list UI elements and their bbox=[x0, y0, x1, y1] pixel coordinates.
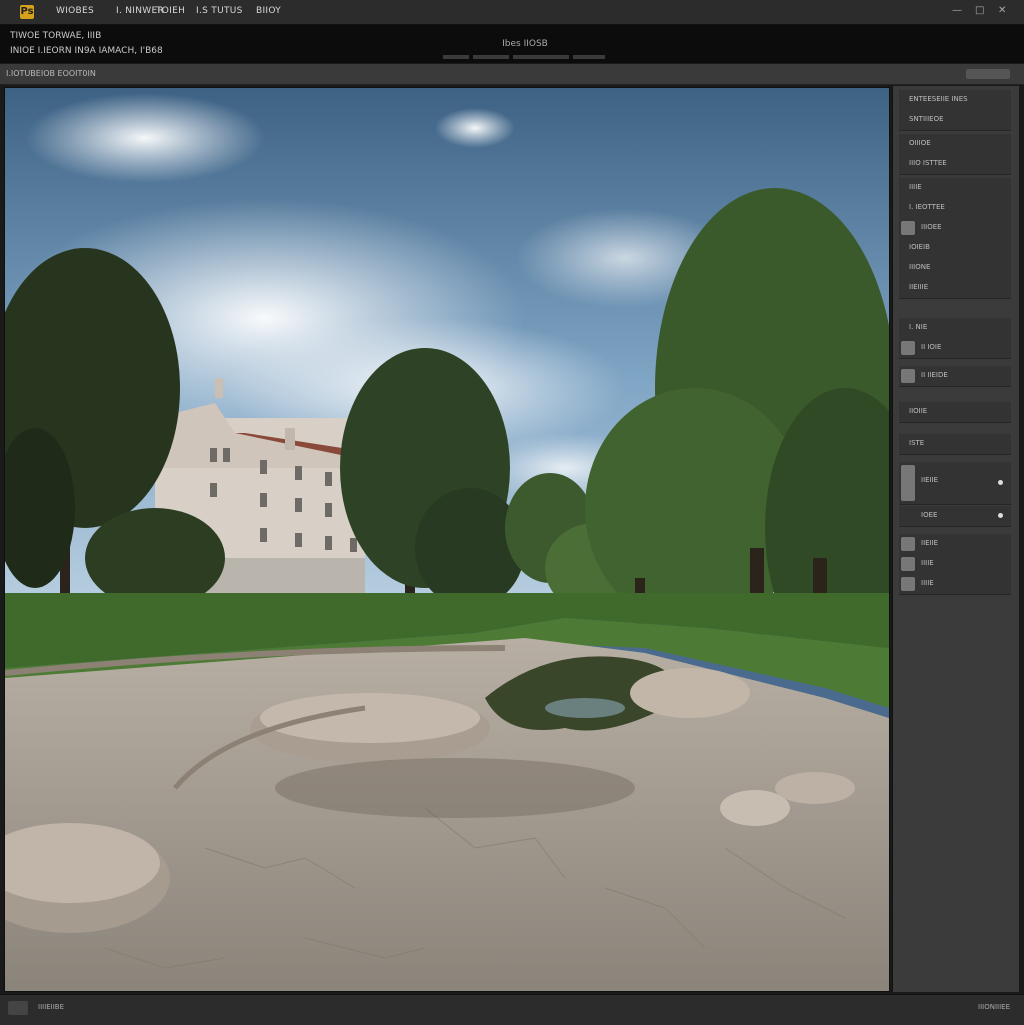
maximize-icon[interactable]: □ bbox=[975, 5, 984, 16]
panel-row[interactable]: SNTIIIEOE bbox=[899, 110, 1011, 131]
panel-row-label: IIIONE bbox=[909, 263, 931, 271]
layer-thumbnail bbox=[901, 369, 915, 383]
park-photo bbox=[5, 88, 889, 991]
toolbar-label: I.IOTUBEIOB EOOIT0IN bbox=[6, 69, 96, 78]
panel-row[interactable]: I. IEOTTEE bbox=[899, 198, 1011, 219]
menu-item-1[interactable]: WIOBES bbox=[56, 6, 94, 16]
layer-thumbnail bbox=[901, 465, 915, 501]
layers-panel: ENTEESEIIE INES SNTIIIEOE OIIIOE IIIO IS… bbox=[892, 86, 1019, 992]
panel-row[interactable]: IIIIE bbox=[899, 574, 1011, 595]
panel-row[interactable]: II IOIE bbox=[899, 338, 1011, 359]
panel-row[interactable]: IIIO ISTTEE bbox=[899, 154, 1011, 175]
document-title: Ibes IIOSB bbox=[502, 39, 548, 49]
panel-row[interactable]: IIIOEE bbox=[899, 218, 1011, 239]
status-left-text: IIIIEIIBE bbox=[38, 1003, 65, 1011]
menu-item-5[interactable]: BIIOY bbox=[256, 6, 281, 16]
toolbar-button[interactable] bbox=[966, 69, 1010, 79]
status-bar: IIIIEIIBE IIIONIIIEE bbox=[0, 994, 1024, 1025]
panel-row-label: IIIO ISTTEE bbox=[909, 159, 947, 167]
panel-row[interactable]: IOEE bbox=[899, 506, 1011, 527]
photo-app-icon[interactable]: Ps bbox=[20, 5, 34, 19]
menu-item-4[interactable]: I.S TUTUS bbox=[196, 6, 243, 16]
close-icon[interactable]: ✕ bbox=[998, 5, 1006, 16]
panel-row-label: II IIEIDE bbox=[921, 371, 948, 379]
panel-row-label: II IOIE bbox=[921, 343, 942, 351]
secondary-toolbar: I.IOTUBEIOB EOOIT0IN bbox=[0, 64, 1024, 85]
layer-thumbnail bbox=[901, 341, 915, 355]
panel-row-label: OIIIOE bbox=[909, 139, 931, 147]
panel-row-label: I. IEOTTEE bbox=[909, 203, 945, 211]
document-tabs[interactable] bbox=[443, 52, 608, 62]
panel-row[interactable]: OIIIOE bbox=[899, 134, 1011, 155]
panel-row-label: IOEE bbox=[921, 511, 938, 519]
layer-thumbnail bbox=[901, 537, 915, 551]
panel-row[interactable]: IIIONE bbox=[899, 258, 1011, 279]
menu-bar: Ps WIOBES I. NINWER TOIEH I.S TUTUS BIIO… bbox=[0, 0, 1024, 25]
status-right-text: IIIONIIIEE bbox=[978, 1003, 1010, 1011]
layer-thumbnail bbox=[901, 577, 915, 591]
panel-row[interactable]: IIIIE bbox=[899, 178, 1011, 199]
panel-row[interactable]: ENTEESEIIE INES bbox=[899, 90, 1011, 111]
panel-row-label: ENTEESEIIE INES bbox=[909, 95, 968, 103]
panel-row[interactable]: IIEIIE bbox=[899, 534, 1011, 555]
minimize-icon[interactable]: — bbox=[952, 5, 962, 16]
visibility-icon[interactable] bbox=[998, 513, 1003, 518]
panel-row-label: IIEIIE bbox=[921, 476, 939, 484]
zoom-icon[interactable] bbox=[8, 1001, 28, 1015]
panel-row[interactable]: IIIIE bbox=[899, 554, 1011, 575]
panel-row-label: IIOIIE bbox=[909, 407, 928, 415]
panel-row-label: I. NIE bbox=[909, 323, 928, 331]
layer-thumbnail bbox=[901, 557, 915, 571]
panel-row[interactable]: IIEIIE bbox=[899, 462, 1011, 505]
image-canvas[interactable] bbox=[4, 87, 890, 992]
panel-row[interactable]: I. NIE bbox=[899, 318, 1011, 339]
panel-row-label: IOIEIB bbox=[909, 243, 930, 251]
options-line-1: TIWOE TORWAE, IIIB bbox=[10, 31, 102, 41]
panel-row-label: SNTIIIEOE bbox=[909, 115, 944, 123]
panel-row[interactable]: IOIEIB bbox=[899, 238, 1011, 259]
panel-row[interactable]: IIEIIIE bbox=[899, 278, 1011, 299]
panel-row[interactable]: IIOIIE bbox=[899, 402, 1011, 423]
panel-row-label: IIIOEE bbox=[921, 223, 942, 231]
visibility-icon[interactable] bbox=[998, 480, 1003, 485]
panel-row-label: ISTE bbox=[909, 439, 925, 447]
layer-thumbnail bbox=[901, 221, 915, 235]
options-line-2: INIOE I.IEORN IN9A IAMACH, I'B68 bbox=[10, 46, 163, 56]
panel-row[interactable]: II IIEIDE bbox=[899, 366, 1011, 387]
panel-row-label: IIEIIIE bbox=[909, 283, 929, 291]
panel-row-label: IIIIE bbox=[921, 579, 934, 587]
panel-row-label: IIEIIE bbox=[921, 539, 939, 547]
panel-row[interactable]: ISTE bbox=[899, 434, 1011, 455]
panel-row-label: IIIIE bbox=[909, 183, 922, 191]
options-bar: TIWOE TORWAE, IIIB INIOE I.IEORN IN9A IA… bbox=[0, 25, 1024, 63]
panel-row-label: IIIIE bbox=[921, 559, 934, 567]
menu-item-3[interactable]: TOIEH bbox=[156, 6, 185, 16]
